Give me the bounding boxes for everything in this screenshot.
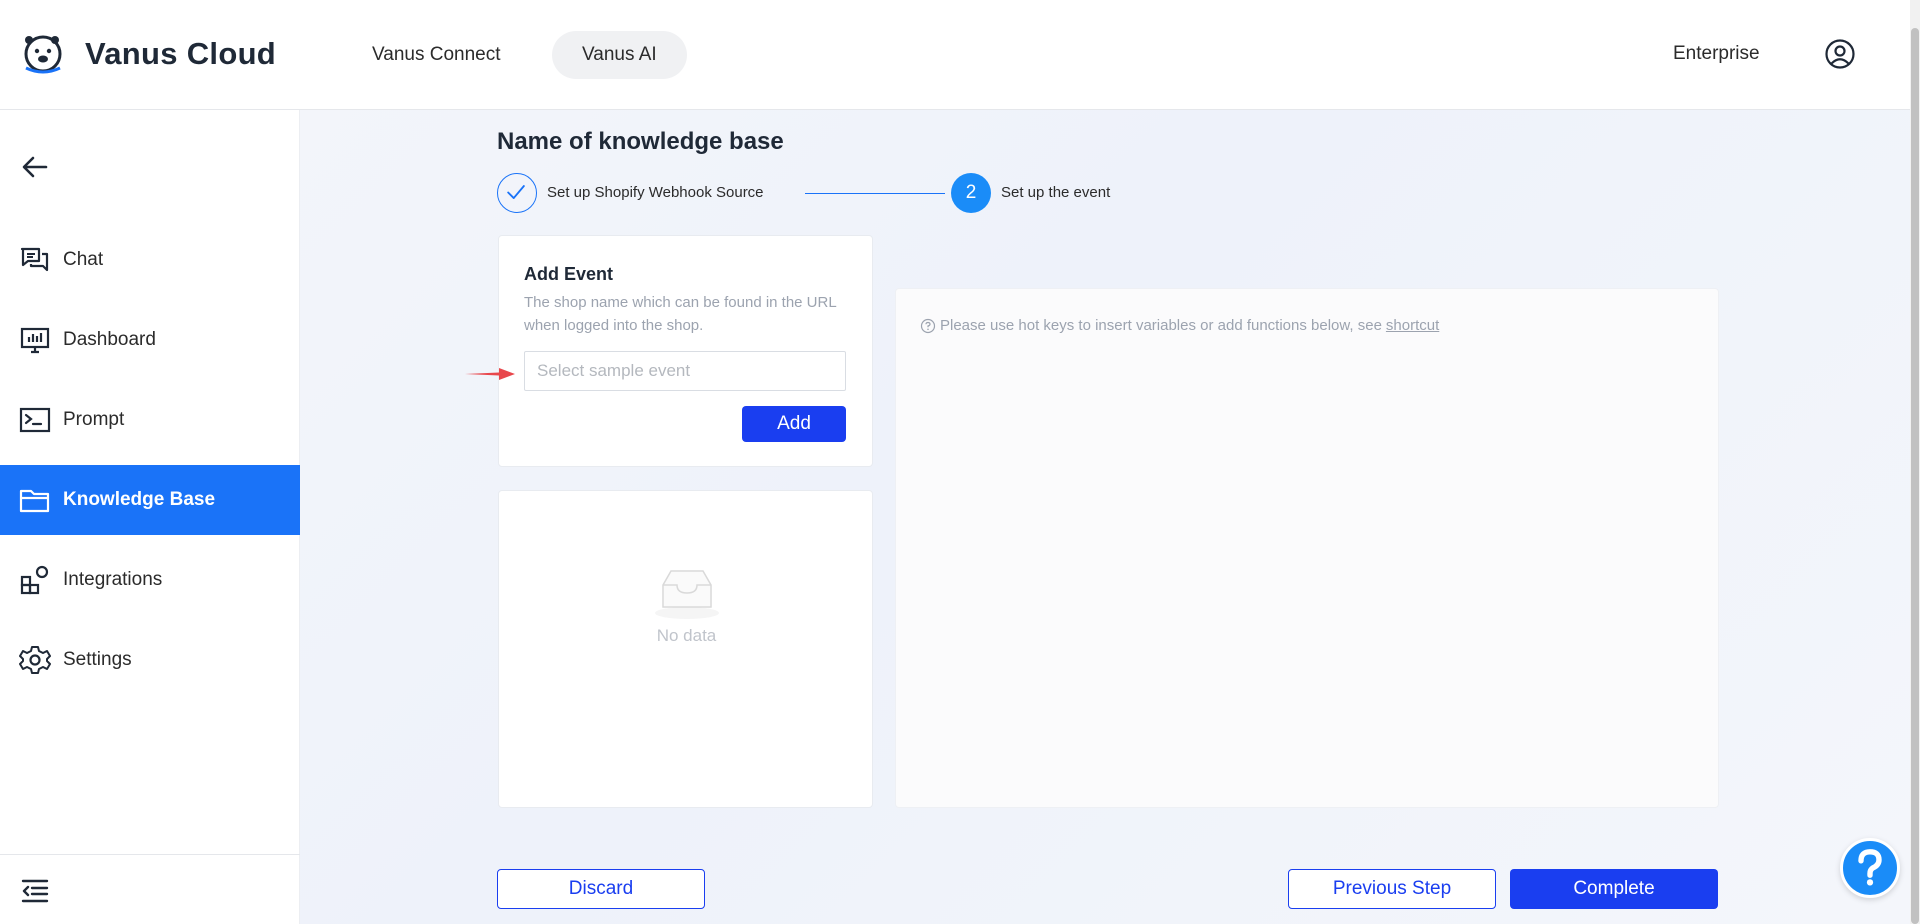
tab-vanus-ai[interactable]: Vanus AI bbox=[552, 31, 687, 79]
pointer-arrow-icon bbox=[465, 368, 515, 380]
sidebar-item-label: Integrations bbox=[63, 569, 163, 590]
add-event-button[interactable]: Add bbox=[742, 406, 846, 442]
step-2-indicator: 2 bbox=[951, 173, 991, 213]
previous-step-button[interactable]: Previous Step bbox=[1288, 869, 1496, 909]
sidebar-item-label: Chat bbox=[63, 249, 104, 270]
sidebar-item-integrations[interactable]: Integrations bbox=[0, 545, 300, 615]
step-2-label: Set up the event bbox=[1001, 184, 1111, 201]
complete-button[interactable]: Complete bbox=[1510, 869, 1718, 909]
sidebar-item-label: Dashboard bbox=[63, 329, 156, 350]
help-button[interactable] bbox=[1840, 838, 1900, 898]
sidebar-divider bbox=[0, 854, 300, 855]
sidebar-item-label: Knowledge Base bbox=[63, 489, 216, 510]
sidebar-item-knowledge-base[interactable]: Knowledge Base bbox=[0, 465, 300, 535]
add-event-description: The shop name which can be found in the … bbox=[524, 294, 837, 334]
sidebar-item-label: Prompt bbox=[63, 409, 125, 430]
sidebar-item-dashboard[interactable]: Dashboard bbox=[0, 305, 300, 375]
events-list-card: No data bbox=[498, 490, 873, 808]
sidebar-item-settings[interactable]: Settings bbox=[0, 625, 300, 695]
dashboard-icon bbox=[20, 327, 50, 354]
scrollbar-thumb[interactable] bbox=[1911, 28, 1919, 924]
sample-event-select[interactable] bbox=[524, 351, 846, 391]
tab-vanus-connect[interactable]: Vanus Connect bbox=[342, 31, 531, 79]
chat-icon bbox=[20, 247, 49, 272]
back-arrow-icon[interactable] bbox=[20, 152, 50, 182]
add-event-title: Add Event bbox=[524, 264, 614, 284]
top-bar: Vanus Cloud Vanus Connect Vanus AI Enter… bbox=[0, 0, 1920, 110]
empty-state-text: No data bbox=[656, 626, 717, 645]
main-content: Name of knowledge base Set up Shopify We… bbox=[300, 110, 1920, 924]
help-circle-icon bbox=[920, 318, 936, 333]
sidebar: Chat Dashboard Prompt Knowledge Base Int… bbox=[0, 110, 300, 924]
empty-inbox-icon bbox=[655, 570, 719, 619]
checkmark-icon bbox=[507, 185, 525, 199]
editor-hint: Please use hot keys to insert variables … bbox=[920, 317, 1439, 334]
question-mark-icon bbox=[1858, 849, 1882, 886]
shortcut-link[interactable]: shortcut bbox=[1386, 317, 1439, 334]
folder-icon bbox=[19, 489, 50, 513]
page-title: Name of knowledge base bbox=[497, 128, 784, 155]
step-1-label: Set up Shopify Webhook Source bbox=[547, 184, 764, 201]
sidebar-item-prompt[interactable]: Prompt bbox=[0, 385, 300, 455]
event-editor[interactable]: Please use hot keys to insert variables … bbox=[895, 288, 1719, 808]
collapse-menu-icon[interactable] bbox=[20, 876, 50, 906]
sidebar-item-label: Settings bbox=[63, 649, 132, 670]
vanus-logo-icon[interactable] bbox=[20, 30, 66, 76]
step-1-indicator bbox=[497, 173, 537, 213]
prompt-icon bbox=[19, 407, 51, 433]
settings-icon bbox=[19, 646, 51, 674]
step-connector bbox=[805, 193, 945, 194]
plan-label[interactable]: Enterprise bbox=[1673, 43, 1760, 65]
sidebar-item-chat[interactable]: Chat bbox=[0, 225, 300, 295]
discard-button[interactable]: Discard bbox=[497, 869, 705, 909]
brand-name[interactable]: Vanus Cloud bbox=[85, 36, 276, 72]
add-event-card: Add Event The shop name which can be fou… bbox=[498, 235, 873, 467]
editor-hint-text: Please use hot keys to insert variables … bbox=[940, 317, 1382, 334]
integrations-icon bbox=[20, 565, 49, 595]
user-account-icon[interactable] bbox=[1824, 38, 1856, 70]
